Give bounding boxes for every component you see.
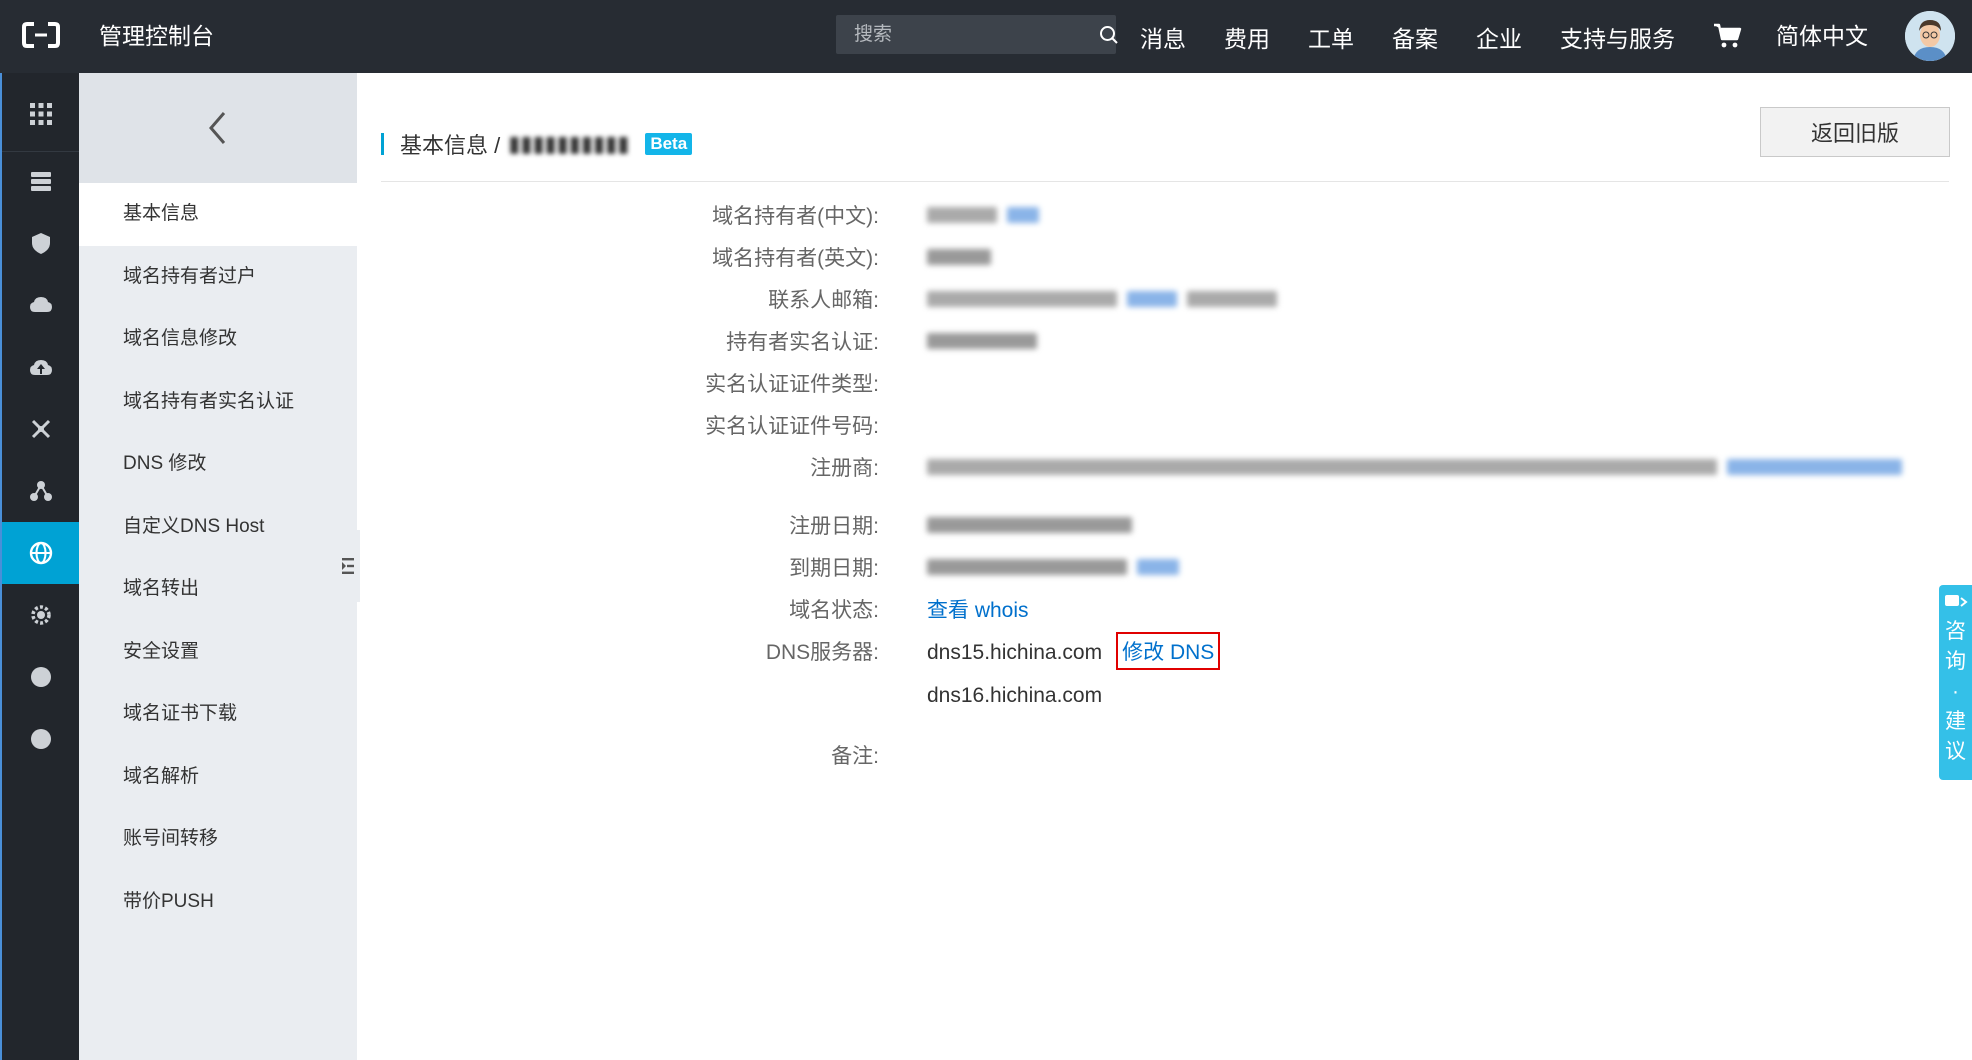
- dns-server-2: dns16.hichina.com: [927, 684, 1103, 707]
- network-icon: [31, 419, 50, 439]
- nav-support[interactable]: 支持与服务: [1560, 20, 1675, 54]
- top-nav: 消息 费用 工单 备案 企业 支持与服务: [1140, 0, 1713, 73]
- consult-char-2: 询: [1945, 650, 1966, 673]
- search-button[interactable]: [1099, 15, 1119, 54]
- shield-icon: [31, 233, 50, 254]
- header-divider: [381, 181, 1949, 182]
- search-icon: [1100, 25, 1118, 44]
- rail-item-10[interactable]: [2, 646, 79, 708]
- nav-messages[interactable]: 消息: [1140, 20, 1186, 54]
- label-owner-en: 域名持有者(英文):: [712, 247, 879, 270]
- nav-enterprise[interactable]: 企业: [1476, 20, 1522, 54]
- rail-cloud[interactable]: [2, 274, 79, 336]
- user-avatar-icon: [1905, 11, 1955, 61]
- rail-nodes[interactable]: [2, 460, 79, 522]
- consult-char-5: 议: [1945, 740, 1966, 763]
- breadcrumb: 基本信息 / ▮▮▮▮▮▮▮▮▮▮ Beta: [381, 129, 693, 159]
- circle-icon: [30, 729, 51, 749]
- chevron-left-icon: [209, 112, 226, 144]
- chat-icon: [1944, 595, 1968, 607]
- console-title[interactable]: 管理控制台: [99, 0, 214, 73]
- consult-char-1: 咨: [1945, 620, 1966, 643]
- sidebar-item-account-transfer[interactable]: 账号间转移: [79, 808, 357, 871]
- avatar[interactable]: [1905, 11, 1955, 61]
- value-owner-cn-redacted: [927, 203, 1049, 227]
- label-reg-date: 注册日期:: [789, 515, 879, 538]
- dns-server-1: dns15.hichina.com: [927, 641, 1103, 664]
- domain-sidebar: 基本信息 域名持有者过户 域名信息修改 域名持有者实名认证 DNS 修改 自定义…: [79, 73, 357, 1060]
- value-realname-redacted: [927, 329, 1047, 353]
- label-status: 域名状态:: [789, 599, 879, 622]
- rail-security[interactable]: [2, 212, 79, 274]
- beta-badge: Beta: [645, 133, 693, 155]
- sidebar-item-owner-transfer[interactable]: 域名持有者过户: [79, 246, 357, 309]
- label-registrar: 注册商:: [810, 457, 879, 480]
- main-content: 基本信息 / ▮▮▮▮▮▮▮▮▮▮ Beta 返回旧版 域名持有者(中文): 域…: [357, 73, 1972, 1060]
- value-reg-date-redacted: [927, 513, 1142, 537]
- dns-server-1-row: dns15.hichina.com 修改 DNS: [927, 632, 1221, 670]
- search-input[interactable]: [836, 15, 1099, 54]
- cart-icon[interactable]: [1712, 20, 1742, 50]
- sidebar-item-basic-info[interactable]: 基本信息: [79, 183, 357, 246]
- cloud-upload-icon: [29, 360, 52, 375]
- value-registrar-redacted: [927, 455, 1912, 479]
- label-exp-date: 到期日期:: [789, 557, 879, 580]
- sidebar-item-info-modify[interactable]: 域名信息修改: [79, 308, 357, 371]
- rail-item-11[interactable]: [2, 708, 79, 770]
- label-cert-type: 实名认证证件类型:: [705, 373, 879, 396]
- breadcrumb-text: 基本信息 /: [400, 133, 501, 158]
- consult-char-4: 建: [1945, 710, 1966, 733]
- top-bar: 管理控制台 消息 费用 工单 备案 企业 支持与服务 简体中文: [0, 0, 1972, 73]
- rail-domain[interactable]: [2, 522, 79, 584]
- consult-char-3: ·: [1952, 680, 1959, 703]
- value-owner-en-redacted: [927, 245, 1001, 269]
- nodes-icon: [29, 481, 52, 501]
- gear-cloud-icon: [30, 605, 51, 625]
- rail-all-products[interactable]: [2, 83, 79, 145]
- cloud-icon: [29, 297, 52, 312]
- nav-icp[interactable]: 备案: [1392, 20, 1438, 54]
- rail-network[interactable]: [2, 398, 79, 460]
- whois-link[interactable]: 查看 whois: [927, 594, 1029, 624]
- sidebar-item-custom-dns-host[interactable]: 自定义DNS Host: [79, 496, 357, 559]
- label-note: 备注:: [831, 745, 879, 768]
- consult-feedback-tab[interactable]: 咨 询 · 建 议: [1939, 585, 1972, 780]
- rail-settings[interactable]: [2, 584, 79, 646]
- label-dns: DNS服务器:: [765, 641, 879, 664]
- value-exp-date-redacted: [927, 555, 1189, 579]
- sidebar-item-price-push[interactable]: 带价PUSH: [79, 871, 357, 934]
- sidebar-item-security[interactable]: 安全设置: [79, 621, 357, 684]
- language-switch[interactable]: 简体中文: [1776, 0, 1868, 73]
- back-to-old-version-button[interactable]: 返回旧版: [1760, 107, 1950, 157]
- value-email-redacted: [927, 287, 1287, 311]
- sidebar-item-dns-modify[interactable]: DNS 修改: [79, 433, 357, 496]
- sidebar-item-dns-resolve[interactable]: 域名解析: [79, 746, 357, 809]
- modify-dns-link[interactable]: 修改 DNS: [1116, 632, 1221, 670]
- nav-billing[interactable]: 费用: [1224, 20, 1270, 54]
- circle-icon: [30, 667, 51, 687]
- label-cert-no: 实名认证证件号码:: [705, 415, 879, 438]
- sidebar-back-button[interactable]: [79, 73, 357, 183]
- breadcrumb-accent: [381, 133, 384, 155]
- collapse-icon: [342, 558, 354, 574]
- label-email: 联系人邮箱:: [768, 289, 879, 312]
- globe-icon: [29, 541, 52, 565]
- search-box: [836, 15, 1119, 54]
- label-owner-cn: 域名持有者(中文):: [712, 205, 879, 228]
- sidebar-item-realname[interactable]: 域名持有者实名认证: [79, 371, 357, 434]
- label-realname: 持有者实名认证:: [726, 331, 879, 354]
- product-rail: [0, 73, 79, 1060]
- sidebar-item-transfer-out[interactable]: 域名转出: [79, 558, 357, 621]
- aliyun-logo-icon[interactable]: [22, 22, 60, 48]
- sidebar-item-cert-download[interactable]: 域名证书下载: [79, 683, 357, 746]
- rail-cdn[interactable]: [2, 336, 79, 398]
- nav-tickets[interactable]: 工单: [1308, 20, 1354, 54]
- grid-icon: [29, 103, 52, 125]
- breadcrumb-domain-redacted: ▮▮▮▮▮▮▮▮▮▮: [508, 131, 630, 156]
- rail-ecs[interactable]: [2, 150, 79, 212]
- server-icon: [30, 172, 51, 191]
